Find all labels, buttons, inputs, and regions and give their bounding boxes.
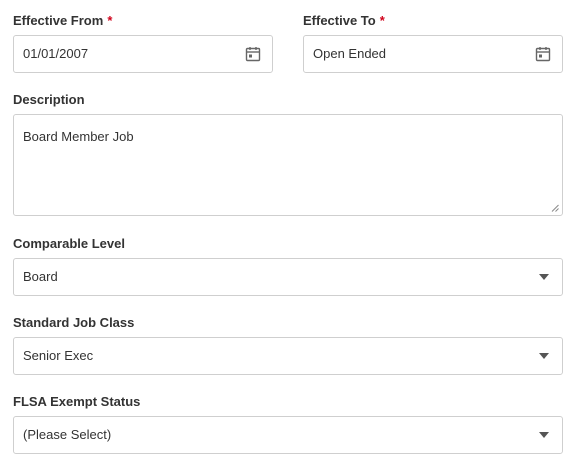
effective-to-label: Effective To * <box>303 13 385 29</box>
effective-to-value: Open Ended <box>313 46 387 61</box>
description-textarea[interactable]: Board Member Job <box>13 114 563 216</box>
calendar-icon[interactable] <box>245 46 261 62</box>
standard-job-class-select[interactable]: Senior Exec <box>13 337 563 375</box>
flsa-exempt-status-select[interactable]: (Please Select) <box>13 416 563 454</box>
comparable-level-select[interactable]: Board <box>13 258 563 296</box>
caret-down-icon <box>539 274 549 280</box>
effective-from-label-text: Effective From <box>13 13 104 28</box>
description-label: Description <box>13 92 85 107</box>
required-indicator: * <box>107 13 113 28</box>
effective-to-date-input[interactable]: Open Ended <box>303 35 563 73</box>
effective-from-date-input[interactable]: 01/01/2007 <box>13 35 273 73</box>
standard-job-class-value: Senior Exec <box>23 348 94 363</box>
flsa-exempt-status-value: (Please Select) <box>23 427 112 442</box>
comparable-level-value: Board <box>23 269 58 284</box>
description-value: Board Member Job <box>23 129 134 144</box>
calendar-icon[interactable] <box>535 46 551 62</box>
flsa-exempt-status-label: FLSA Exempt Status <box>13 394 141 409</box>
comparable-level-label: Comparable Level <box>13 236 125 251</box>
effective-from-label: Effective From * <box>13 13 112 29</box>
required-indicator: * <box>379 13 385 28</box>
effective-from-value: 01/01/2007 <box>23 46 89 61</box>
resize-handle-icon[interactable] <box>551 204 559 212</box>
caret-down-icon <box>539 353 549 359</box>
caret-down-icon <box>539 432 549 438</box>
effective-to-label-text: Effective To <box>303 13 376 28</box>
standard-job-class-label: Standard Job Class <box>13 315 135 330</box>
